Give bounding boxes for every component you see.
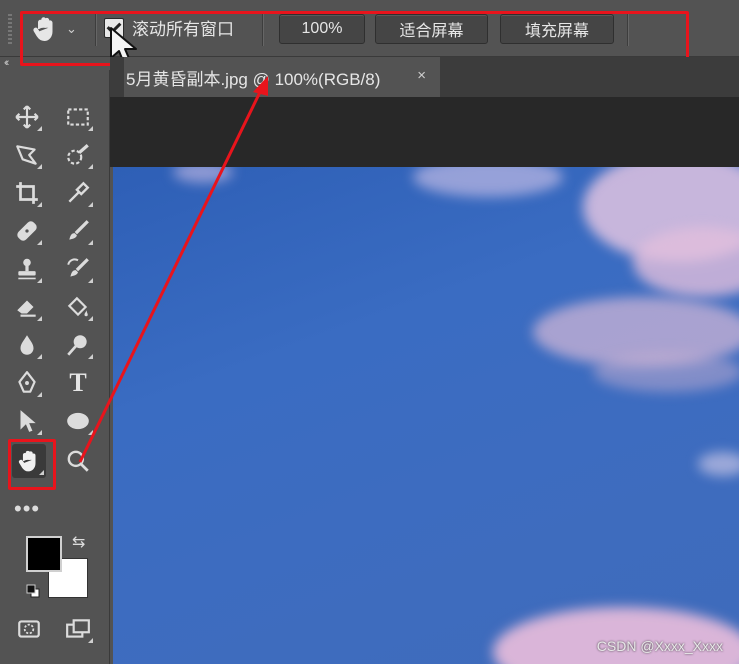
clone-stamp-tool[interactable] bbox=[10, 252, 44, 286]
blur-tool[interactable] bbox=[10, 328, 44, 362]
eraser-tool[interactable] bbox=[10, 290, 44, 324]
screen-mode-button[interactable] bbox=[61, 612, 95, 646]
marquee-tool[interactable] bbox=[61, 100, 95, 134]
pasteboard bbox=[110, 97, 739, 167]
close-icon[interactable]: × bbox=[417, 67, 426, 84]
watermark: CSDN @Xxxx_Xxxx bbox=[596, 638, 723, 654]
cloud bbox=[493, 607, 739, 664]
edit-toolbar-button[interactable]: ••• bbox=[14, 496, 40, 522]
document-tab[interactable]: 5月黄昏副本.jpg @ 100%(RGB/8) × bbox=[124, 57, 440, 97]
pen-tool[interactable] bbox=[10, 366, 44, 400]
crop-tool[interactable] bbox=[10, 176, 44, 210]
hand-tool[interactable] bbox=[12, 444, 46, 478]
fill-screen-button[interactable]: 填充屏幕 bbox=[500, 14, 614, 44]
foreground-color-swatch[interactable] bbox=[26, 536, 62, 572]
divider bbox=[262, 12, 263, 46]
zoom-tool[interactable] bbox=[61, 444, 95, 478]
brush-tool[interactable] bbox=[61, 214, 95, 248]
tools-panel: T ••• ⇆ bbox=[0, 70, 110, 664]
type-tool[interactable]: T bbox=[61, 366, 95, 400]
cloud bbox=[413, 167, 563, 197]
scroll-all-windows-label: 滚动所有窗口 bbox=[132, 20, 234, 39]
magnifier-icon bbox=[67, 450, 89, 472]
chevron-down-icon: ⌄ bbox=[66, 21, 77, 36]
lasso-tool[interactable] bbox=[10, 138, 44, 172]
cloud bbox=[593, 352, 739, 392]
fit-screen-button[interactable]: 适合屏幕 bbox=[375, 14, 488, 44]
collapse-toolbar-button[interactable]: ‹‹ bbox=[4, 57, 10, 69]
paint-bucket-tool[interactable] bbox=[61, 290, 95, 324]
divider bbox=[95, 12, 96, 46]
swap-colors-icon[interactable]: ⇆ bbox=[72, 532, 85, 552]
cloud bbox=[698, 452, 739, 476]
cloud bbox=[173, 167, 233, 183]
dodge-tool[interactable] bbox=[61, 328, 95, 362]
options-bar-grip[interactable] bbox=[8, 14, 12, 44]
quick-mask-icon bbox=[18, 620, 40, 638]
tool-preset-picker[interactable]: ⌄ bbox=[30, 12, 88, 46]
divider bbox=[627, 12, 628, 46]
ellipse-tool[interactable] bbox=[61, 404, 95, 438]
quick-selection-tool[interactable] bbox=[61, 138, 95, 172]
image-canvas[interactable]: CSDN @Xxxx_Xxxx bbox=[113, 167, 739, 664]
zoom-100-button[interactable]: 100% bbox=[279, 14, 365, 44]
move-tool[interactable] bbox=[10, 100, 44, 134]
document-tab-bar: 5月黄昏副本.jpg @ 100%(RGB/8) × bbox=[110, 57, 739, 97]
document-tab-title: 5月黄昏副本.jpg @ 100%(RGB/8) bbox=[126, 69, 381, 89]
history-brush-tool[interactable] bbox=[61, 252, 95, 286]
quick-mask-button[interactable] bbox=[12, 612, 46, 646]
healing-brush-tool[interactable] bbox=[10, 214, 44, 248]
default-colors-icon[interactable] bbox=[26, 584, 40, 598]
hand-icon bbox=[33, 17, 53, 41]
path-selection-tool[interactable] bbox=[10, 404, 44, 438]
eyedropper-tool[interactable] bbox=[61, 176, 95, 210]
